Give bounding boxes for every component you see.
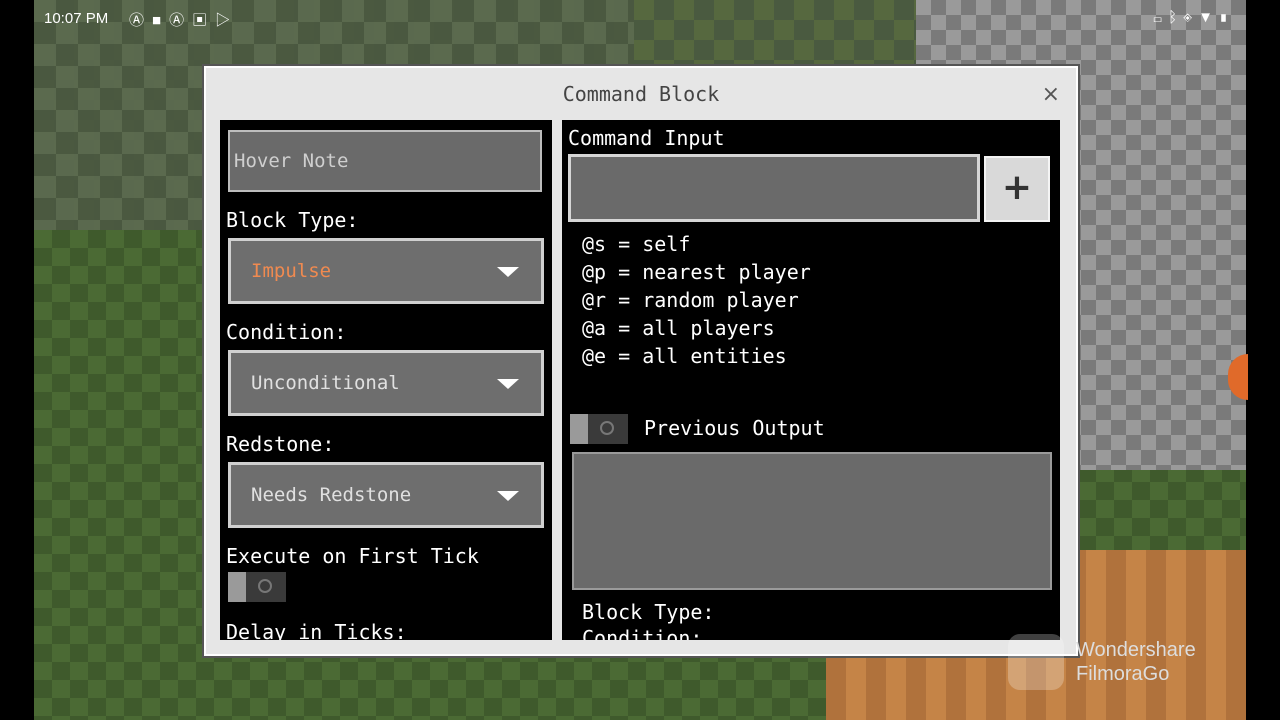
toggle-knob — [570, 414, 588, 444]
previous-output-toggle[interactable] — [570, 414, 628, 444]
vibrate-icon: ◈ — [1183, 9, 1199, 26]
dialog-title: Command Block — [562, 82, 720, 106]
chevron-down-icon — [497, 491, 519, 501]
chevron-down-icon — [497, 379, 519, 389]
status-bar: 10:07 PM Ⓐ■Ⓐ▣▷ ▭ᛒ◈▼▮ — [34, 0, 1246, 38]
wifi-icon: ▼ — [1198, 9, 1219, 26]
right-panel: Command Input + @s = self @p = nearest p… — [562, 120, 1060, 640]
watermark-logo-icon — [1008, 634, 1064, 690]
redstone-dropdown[interactable]: Needs Redstone — [228, 462, 544, 528]
hover-note-input[interactable]: Hover Note — [228, 130, 542, 192]
plus-button[interactable]: + — [984, 156, 1050, 222]
command-input-field[interactable] — [568, 154, 980, 222]
condition-value: Unconditional — [251, 372, 400, 394]
previous-output-label: Previous Output — [644, 416, 825, 440]
selector-line: @s = self — [582, 232, 691, 256]
watermark-text: Wondershare FilmoraGo — [1076, 638, 1196, 686]
status-right-icons: ▭ᛒ◈▼▮ — [1153, 9, 1234, 26]
cast-icon: ▭ — [1153, 9, 1169, 26]
command-input-label: Command Input — [568, 126, 725, 150]
previous-output-box — [572, 452, 1052, 590]
chevron-down-icon — [497, 267, 519, 277]
left-panel: Hover Note Block Type: Impulse Condition… — [220, 120, 552, 640]
selector-line: @p = nearest player — [582, 260, 811, 284]
toggle-off-icon — [258, 579, 272, 593]
status-left-icons: Ⓐ■Ⓐ▣▷ — [129, 9, 238, 30]
selector-line: @a = all players — [582, 316, 775, 340]
block-type-value: Impulse — [251, 260, 332, 282]
toggle-off-icon — [600, 421, 614, 435]
bottom-condition-label: Condition: — [582, 626, 703, 640]
block-type-dropdown[interactable]: Impulse — [228, 238, 544, 304]
condition-dropdown[interactable]: Unconditional — [228, 350, 544, 416]
command-block-dialog: Command Block × Hover Note Block Type: I… — [204, 66, 1078, 656]
execute-first-tick-label: Execute on First Tick — [226, 544, 479, 568]
notification-a-icon: Ⓐ — [169, 12, 193, 29]
toggle-knob — [228, 572, 246, 602]
image-icon: ▣ — [192, 12, 216, 29]
status-time: 10:07 PM — [44, 10, 109, 27]
play-store-icon: ▷ — [215, 12, 239, 29]
selector-line: @r = random player — [582, 288, 799, 312]
redstone-label: Redstone: — [226, 432, 335, 456]
execute-first-tick-toggle[interactable] — [228, 572, 286, 602]
notification-a-icon: Ⓐ — [129, 12, 153, 29]
battery-icon: ▮ — [1218, 9, 1234, 26]
bluetooth-icon: ᛒ — [1168, 9, 1184, 26]
watermark-line2: FilmoraGo — [1076, 663, 1170, 685]
selector-line: @e = all entities — [582, 344, 787, 368]
watermark-line1: Wondershare — [1076, 639, 1196, 661]
condition-label: Condition: — [226, 320, 347, 344]
redstone-value: Needs Redstone — [251, 484, 412, 506]
delay-label: Delay in Ticks: — [226, 620, 407, 640]
close-icon[interactable]: × — [1042, 82, 1060, 107]
bottom-block-type-label: Block Type: — [582, 600, 715, 624]
block-type-label: Block Type: — [226, 208, 359, 232]
video-icon: ■ — [152, 12, 170, 29]
